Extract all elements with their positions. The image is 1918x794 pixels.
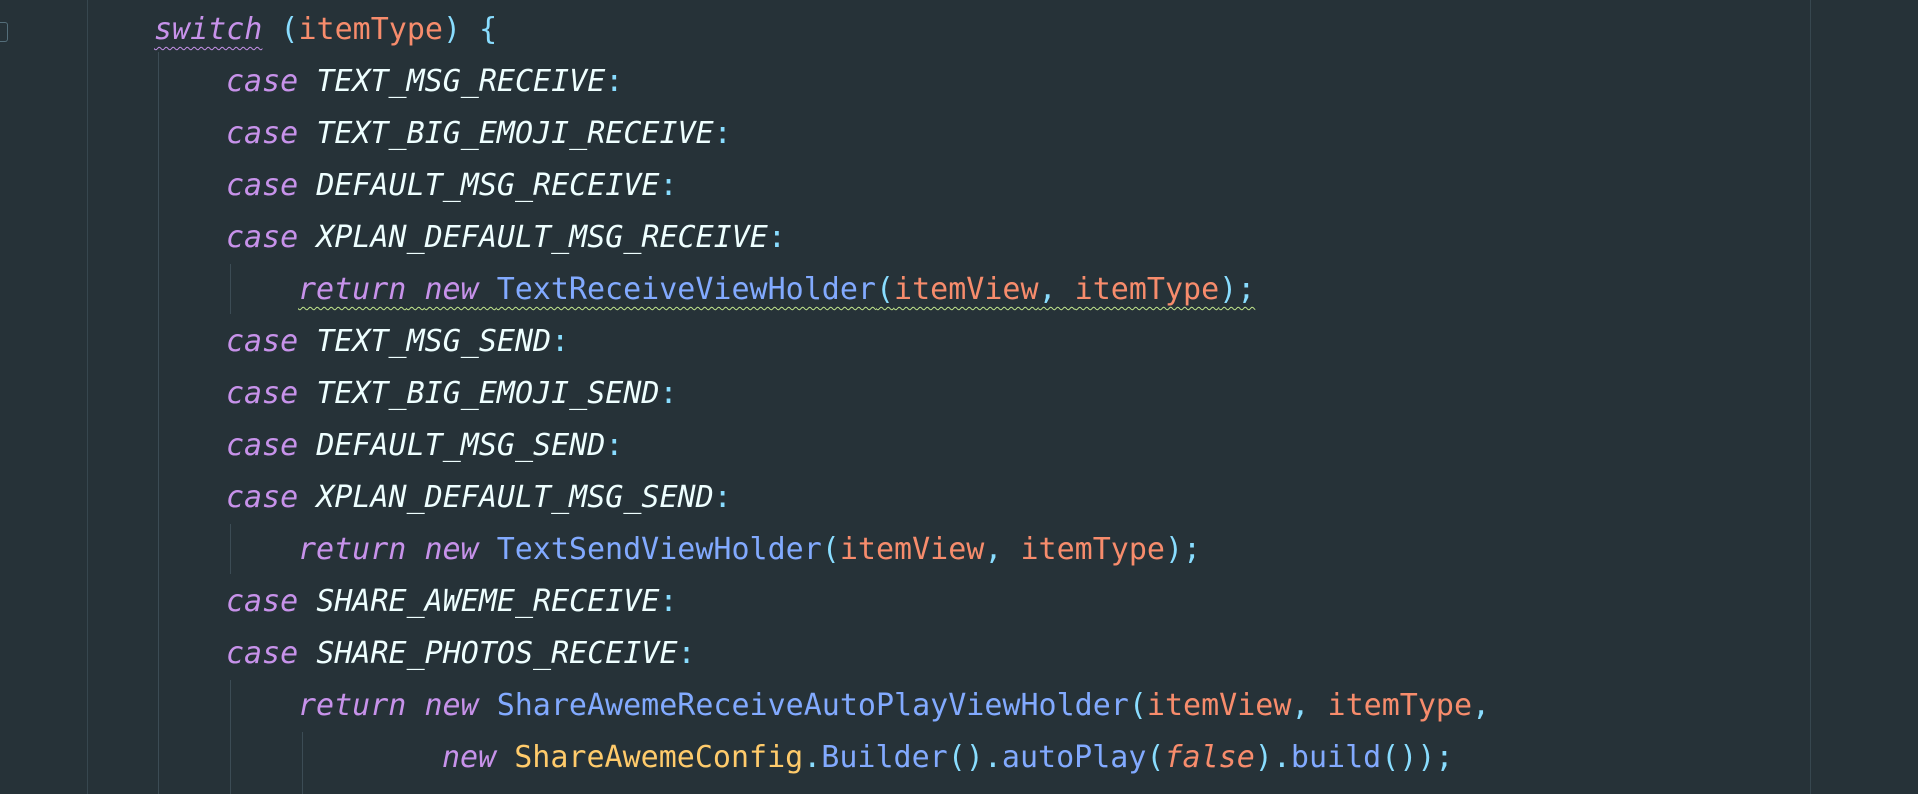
case-constant: XPLAN_DEFAULT_MSG_SEND: [316, 480, 714, 515]
code-line-case[interactable]: case TEXT_BIG_EMOJI_SEND:: [226, 368, 678, 420]
code-line-return[interactable]: return new TextSendViewHolder(itemView, …: [298, 524, 1201, 576]
colon: :: [659, 376, 678, 411]
case-keyword: case: [226, 324, 299, 359]
case-keyword: case: [226, 64, 299, 99]
config-class-name: ShareAwemeConfig: [514, 740, 804, 775]
return-keyword: return: [298, 272, 407, 307]
item-view-argument: itemView: [839, 532, 985, 567]
case-constant: SHARE_PHOTOS_RECEIVE: [316, 636, 678, 671]
indent-guide: [230, 680, 231, 794]
case-constant: DEFAULT_MSG_RECEIVE: [316, 168, 660, 203]
case-constant: TEXT_BIG_EMOJI_RECEIVE: [316, 116, 714, 151]
item-view-argument: itemView: [894, 272, 1039, 307]
false-literal: false: [1164, 740, 1255, 775]
closing-parens: ());: [1381, 740, 1454, 775]
code-line-return[interactable]: return new TextReceiveViewHolder(itemVie…: [298, 264, 1255, 316]
indent-guide: [230, 264, 231, 314]
code-line-case[interactable]: case SHARE_AWEME_RECEIVE:: [226, 576, 678, 628]
case-keyword: case: [226, 220, 299, 255]
colon: :: [659, 584, 678, 619]
paren: ): [1254, 740, 1273, 775]
dot: .: [983, 740, 1002, 775]
class-name: TextSendViewHolder: [496, 532, 822, 567]
new-keyword: new: [424, 688, 479, 723]
comma: ,: [1038, 272, 1075, 307]
item-view-argument: itemView: [1146, 688, 1292, 723]
right-margin-guide: [1810, 0, 1811, 794]
code-line-case[interactable]: case DEFAULT_MSG_SEND:: [226, 420, 623, 472]
colon: :: [713, 480, 732, 515]
item-type-variable: itemType: [298, 12, 444, 47]
case-keyword: case: [226, 584, 299, 619]
fold-marker-icon[interactable]: [0, 22, 8, 42]
case-constant: SHARE_AWEME_RECEIVE: [316, 584, 660, 619]
paren: (: [821, 532, 840, 567]
case-constant: DEFAULT_MSG_SEND: [316, 428, 606, 463]
case-keyword: case: [226, 480, 299, 515]
class-name: TextReceiveViewHolder: [496, 272, 876, 307]
builder-class: Builder: [821, 740, 948, 775]
paren: (: [875, 272, 895, 307]
auto-play-method: autoPlay: [1001, 740, 1147, 775]
empty-call: (): [947, 740, 984, 775]
code-line-switch[interactable]: switch (itemType) {: [154, 4, 497, 56]
code-line-case[interactable]: case XPLAN_DEFAULT_MSG_RECEIVE:: [226, 212, 786, 264]
case-constant: XPLAN_DEFAULT_MSG_RECEIVE: [316, 220, 768, 255]
colon: :: [605, 64, 624, 99]
dot: .: [1272, 740, 1291, 775]
code-line-return[interactable]: return new ShareAwemeReceiveAutoPlayView…: [298, 680, 1490, 732]
colon: :: [659, 168, 678, 203]
colon: :: [677, 636, 696, 671]
case-keyword: case: [226, 168, 299, 203]
code-line-case[interactable]: case TEXT_MSG_RECEIVE:: [226, 56, 623, 108]
case-constant: TEXT_MSG_SEND: [316, 324, 552, 359]
return-keyword: return: [298, 688, 407, 723]
gutter-divider: [87, 0, 88, 794]
dot: .: [803, 740, 822, 775]
comma: ,: [1291, 688, 1328, 723]
indent-guide: [230, 524, 231, 574]
return-keyword: return: [298, 532, 407, 567]
code-line-case[interactable]: case XPLAN_DEFAULT_MSG_SEND:: [226, 472, 732, 524]
new-keyword: new: [442, 740, 497, 775]
case-constant: TEXT_BIG_EMOJI_SEND: [316, 376, 660, 411]
case-keyword: case: [226, 376, 299, 411]
case-constant: TEXT_MSG_RECEIVE: [316, 64, 606, 99]
paren: (: [262, 12, 299, 47]
switch-keyword: switch: [154, 12, 263, 47]
colon: :: [767, 220, 786, 255]
item-type-argument: itemType: [1020, 532, 1165, 567]
class-name: ShareAwemeReceiveAutoPlayViewHolder: [496, 688, 1129, 723]
item-type-argument: itemType: [1327, 688, 1473, 723]
build-method: build: [1290, 740, 1382, 775]
paren: (: [1128, 688, 1147, 723]
paren-semicolon: );: [1164, 532, 1202, 567]
case-keyword: case: [226, 116, 299, 151]
code-editor[interactable]: switch (itemType) { case TEXT_MSG_RECEIV…: [0, 0, 1918, 794]
code-line-case[interactable]: case TEXT_MSG_SEND:: [226, 316, 569, 368]
case-keyword: case: [226, 636, 299, 671]
item-type-argument: itemType: [1074, 272, 1220, 307]
indent-guide: [302, 732, 303, 794]
colon: :: [605, 428, 624, 463]
code-line-continuation[interactable]: new ShareAwemeConfig.Builder().autoPlay(…: [442, 732, 1453, 784]
case-keyword: case: [226, 428, 299, 463]
paren-brace: ) {: [443, 12, 498, 47]
colon: :: [551, 324, 570, 359]
new-keyword: new: [424, 532, 479, 567]
paren: (: [1146, 740, 1165, 775]
code-line-case[interactable]: case DEFAULT_MSG_RECEIVE:: [226, 160, 678, 212]
code-line-case[interactable]: case TEXT_BIG_EMOJI_RECEIVE:: [226, 108, 732, 160]
indent-guide: [158, 52, 159, 794]
code-line-case[interactable]: case SHARE_PHOTOS_RECEIVE:: [226, 628, 696, 680]
new-keyword: new: [424, 272, 479, 307]
comma: ,: [984, 532, 1021, 567]
trailing-comma: ,: [1472, 688, 1491, 723]
paren-semicolon: );: [1219, 272, 1256, 307]
colon: :: [713, 116, 732, 151]
